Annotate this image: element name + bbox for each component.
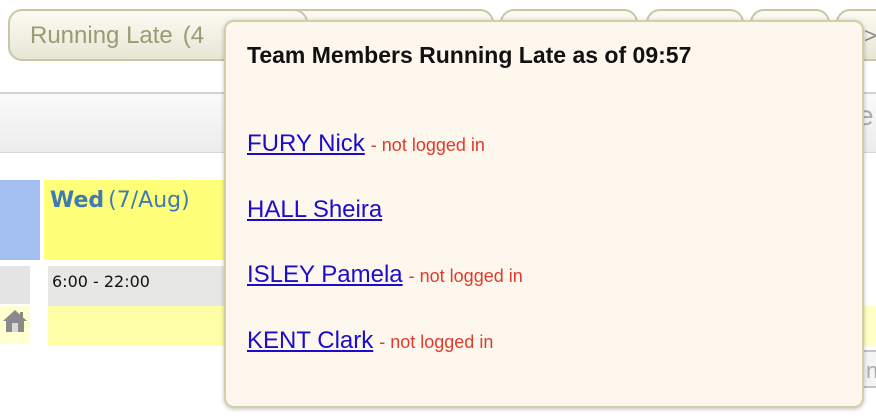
day-header-label: Wed (7/Aug) <box>50 188 190 213</box>
more-tabs-glyph: >> <box>864 23 876 48</box>
member-status: - not logged in <box>370 135 485 155</box>
member-row: ISLEY Pamela - not logged in <box>247 261 523 289</box>
clipped-button-text: n <box>866 358 876 383</box>
day-name: Wed <box>50 188 105 213</box>
clipped-shift-cell <box>862 306 876 346</box>
tab-running-late-label: Running Late (4 <box>30 22 204 50</box>
day-date: (7/Aug) <box>108 188 190 213</box>
day-header-cell[interactable]: Wed (7/Aug) <box>44 180 234 260</box>
member-link[interactable]: HALL Sheira <box>247 196 382 223</box>
member-row: FURY Nick - not logged in <box>247 130 485 158</box>
popup-title: Team Members Running Late as of 09:57 <box>247 42 692 68</box>
row-marker-cell <box>0 180 40 260</box>
shift-cell[interactable] <box>48 306 234 346</box>
home-cell[interactable] <box>0 306 30 344</box>
tab-running-late-count: (4 <box>182 22 205 49</box>
member-status: - not logged in <box>408 266 523 286</box>
row-label-cell <box>0 266 30 304</box>
shift-time-cell[interactable]: 6:00 - 22:00 <box>48 266 234 306</box>
home-icon <box>3 310 27 332</box>
shift-time: 6:00 - 22:00 <box>52 272 150 291</box>
member-link[interactable]: KENT Clark <box>247 327 373 354</box>
member-row: HALL Sheira <box>247 196 388 224</box>
member-row: KENT Clark - not logged in <box>247 327 493 355</box>
tab-running-late-text: Running Late <box>30 22 173 49</box>
member-link[interactable]: ISLEY Pamela <box>247 261 403 288</box>
running-late-popup: Team Members Running Late as of 09:57 FU… <box>224 20 864 408</box>
member-link[interactable]: FURY Nick <box>247 130 365 157</box>
member-status: - not logged in <box>379 332 494 352</box>
